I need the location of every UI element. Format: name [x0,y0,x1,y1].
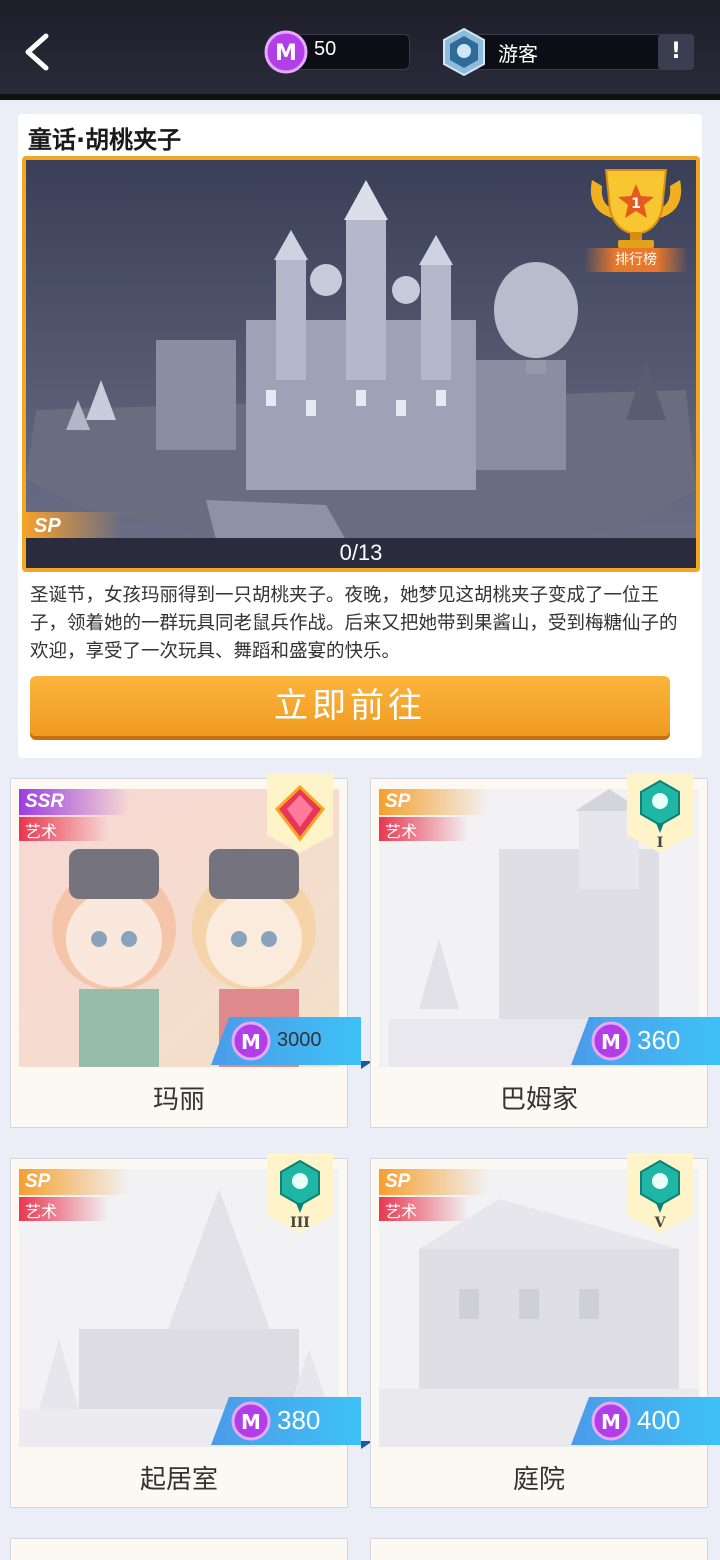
item-card[interactable]: SSR 艺术 M 3000 玛丽 [10,773,373,1128]
category-text: 艺术 [25,822,58,841]
user-name: 游客 [498,42,538,66]
sp-badge-text: SP [34,515,61,537]
svg-text:M: M [241,1410,261,1434]
category-text: 艺术 [385,822,418,841]
item-card[interactable]: SP 艺术 I M 360 巴姆家 [370,773,720,1128]
user-level-badge-icon [443,27,485,77]
progress-bar: 0/13 [26,538,696,568]
item-card[interactable]: SP 艺术 III M 380 起居室 [10,1153,373,1508]
price-ribbon[interactable]: M 3000 [211,1017,373,1069]
category-tag: 艺术 [379,817,469,841]
diamond-crown-icon [267,773,333,853]
rarity-badge: SSR [19,789,129,815]
m-coin-icon: M [231,1401,271,1441]
info-button[interactable]: ! [658,34,694,70]
pin-gem-icon: I [627,773,693,853]
progress-text: 0/13 [339,540,383,565]
rarity-text: SSR [25,791,65,812]
go-now-button[interactable]: 立即前往 [30,676,670,736]
currency-value: 50 [314,38,337,60]
svg-text:M: M [601,1410,621,1434]
price-value: 3000 [277,1029,322,1051]
rank-number: 1 [631,196,641,212]
m-coin-icon: M [591,1401,631,1441]
item-card-partial[interactable] [370,1538,708,1560]
price-value: 400 [637,1405,681,1435]
m-coin-icon: M [264,30,308,74]
svg-text:III: III [290,1215,310,1231]
rarity-text: SP [385,791,411,812]
rarity-text: SP [25,1171,51,1192]
top-bar: M 50 游客 ! [0,0,720,100]
story-title: 童话·胡桃夹子 [28,126,182,154]
svg-text:I: I [657,835,664,851]
category-tag: 艺术 [19,1197,109,1221]
story-banner[interactable]: 1 排行榜 SP 0/13 [22,156,700,572]
item-name: 巴姆家 [499,1085,578,1115]
price-ribbon[interactable]: M 400 [571,1397,720,1445]
leaderboard-label[interactable]: 排行榜 [584,248,688,272]
price-value: 360 [637,1025,681,1055]
category-text: 艺术 [385,1202,418,1221]
item-card-partial[interactable] [10,1538,348,1560]
item-name: 玛丽 [152,1085,205,1115]
price-value: 380 [277,1405,321,1435]
svg-text:M: M [275,41,297,66]
category-tag: 艺术 [19,817,109,841]
story-card: 童话·胡桃夹子 1 排行榜 SP 0/13 圣诞节，女孩玛丽得到一只胡桃夹子。夜… [18,114,702,758]
m-coin-icon: M [231,1021,271,1061]
item-name: 起居室 [139,1465,218,1495]
pin-gem-icon: V [627,1153,693,1233]
price-ribbon[interactable]: M 380 [211,1397,373,1449]
rarity-badge: SP [379,1169,489,1195]
back-arrow-icon[interactable] [18,30,58,74]
item-card[interactable]: SP 艺术 V M 400 庭院 [370,1153,720,1508]
rarity-badge: SP [19,1169,129,1195]
pin-gem-icon: III [267,1153,333,1233]
category-text: 艺术 [25,1202,58,1221]
svg-text:M: M [241,1030,261,1054]
category-tag: 艺术 [379,1197,469,1221]
item-name: 庭院 [512,1465,565,1495]
price-ribbon[interactable]: M 360 [571,1017,720,1065]
m-coin-icon: M [591,1021,631,1061]
svg-text:V: V [654,1215,667,1231]
story-description: 圣诞节，女孩玛丽得到一只胡桃夹子。夜晚，她梦见这胡桃夹子变成了一位王子，领着她的… [30,585,678,662]
svg-text:M: M [601,1030,621,1054]
rarity-badge: SP [379,789,489,815]
rarity-text: SP [385,1171,411,1192]
